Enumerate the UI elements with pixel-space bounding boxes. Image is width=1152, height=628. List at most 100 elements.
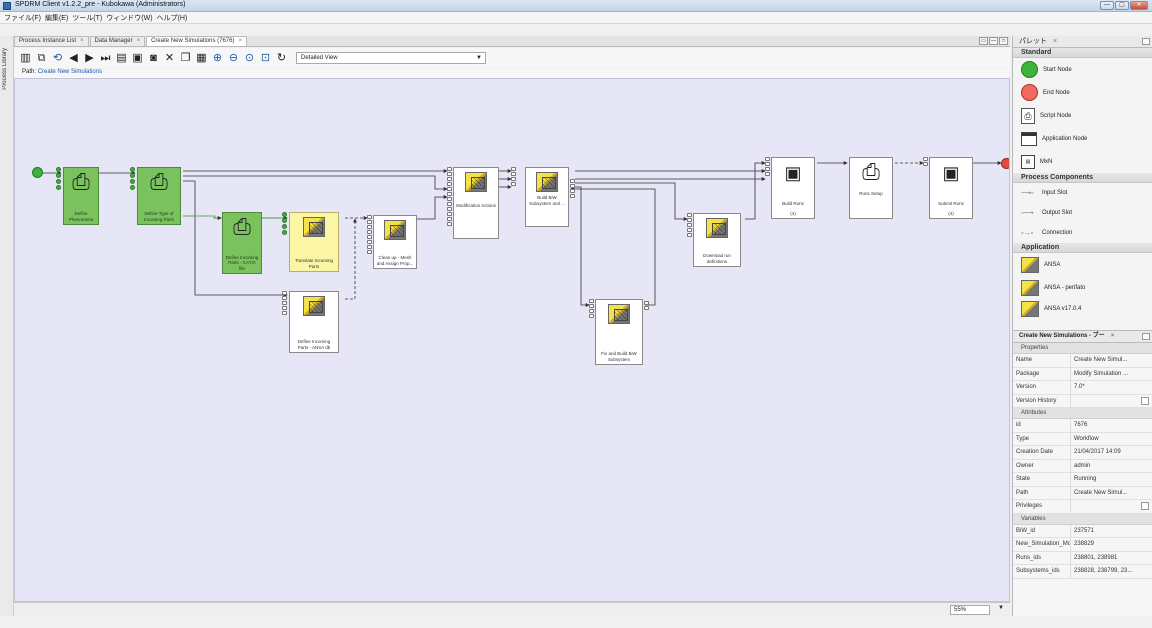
input-port[interactable]: [282, 296, 287, 300]
section-properties[interactable]: Properties: [1013, 343, 1152, 354]
path-link[interactable]: Create New Simulations: [38, 69, 102, 75]
workflow-canvas[interactable]: ⎙ Define Phenomena ⎙ Define Type of Inco…: [14, 78, 1010, 602]
input-port[interactable]: [923, 157, 928, 161]
chevron-down-icon[interactable]: ▼: [998, 605, 1004, 611]
close-tab-icon[interactable]: ×: [238, 38, 242, 44]
palette-item-ansa[interactable]: ANSA: [1013, 253, 1152, 276]
zoom-level-field[interactable]: 55%: [950, 605, 990, 615]
palette-item-output-slot[interactable]: ▫⟶ Output Slot: [1013, 203, 1152, 223]
input-port[interactable]: [589, 304, 594, 308]
output-port[interactable]: [570, 194, 575, 198]
input-port[interactable]: [447, 197, 452, 201]
palette-item-ansa-perifato[interactable]: ANSA - perifato: [1013, 276, 1152, 299]
privileges-button[interactable]: [1141, 502, 1149, 510]
menu-file[interactable]: ファイル(F): [4, 13, 41, 23]
input-port[interactable]: [282, 301, 287, 305]
input-port[interactable]: [687, 213, 692, 217]
menu-help[interactable]: ヘルプ(H): [157, 13, 188, 23]
palette-item-connection[interactable]: ▫→▫ Connection: [1013, 223, 1152, 243]
input-port[interactable]: [687, 218, 692, 222]
input-port[interactable]: [56, 173, 61, 178]
close-panel-icon[interactable]: ×: [1111, 333, 1115, 339]
zoom-out-icon[interactable]: ⊖: [226, 51, 241, 66]
application-node-build-biw-subsystem[interactable]: Build BiW Subsystem and ...: [525, 167, 569, 227]
input-port[interactable]: [765, 162, 770, 166]
input-port[interactable]: [511, 172, 516, 176]
palette-item-ansa-v1704[interactable]: ANSA v17.0.4: [1013, 299, 1152, 319]
input-port[interactable]: [56, 179, 61, 184]
save-icon[interactable]: ▤: [114, 51, 129, 66]
tab-create-new-simulations[interactable]: Create New Simulations (7676) ×: [146, 36, 247, 46]
application-node-clean-up-mesh[interactable]: Clean up - Mesh and Assign Prop...: [373, 215, 417, 269]
minimize-button[interactable]: —: [1100, 1, 1114, 10]
start-node[interactable]: [32, 167, 43, 178]
input-port[interactable]: [282, 291, 287, 295]
input-port[interactable]: [687, 223, 692, 227]
output-port[interactable]: [644, 306, 649, 310]
end-node[interactable]: [1001, 158, 1009, 169]
section-attributes[interactable]: Attributes: [1013, 408, 1152, 419]
input-port[interactable]: [130, 179, 135, 184]
input-port[interactable]: [511, 177, 516, 181]
input-port[interactable]: [589, 314, 594, 318]
input-port[interactable]: [367, 245, 372, 249]
zoom-in-icon[interactable]: ⊕: [210, 51, 225, 66]
menu-window[interactable]: ウィンドウ(W): [106, 13, 152, 23]
output-port[interactable]: [570, 189, 575, 193]
palette-section-application[interactable]: Application: [1013, 243, 1152, 253]
maximize-panel-icon[interactable]: [1142, 333, 1150, 340]
refresh-icon[interactable]: ⟲: [50, 51, 65, 66]
input-port[interactable]: [511, 167, 516, 171]
input-port[interactable]: [367, 220, 372, 224]
application-node-define-incoming-parts-ansa-db[interactable]: Define Incoming Parts - ANSA db: [289, 291, 339, 353]
input-port[interactable]: [447, 182, 452, 186]
input-port[interactable]: [765, 172, 770, 176]
palette-item-application-node[interactable]: Application Node: [1013, 127, 1152, 150]
input-port[interactable]: [447, 217, 452, 221]
input-port[interactable]: [447, 187, 452, 191]
input-port[interactable]: [447, 192, 452, 196]
tab-data-manager[interactable]: Data Manager ×: [89, 36, 146, 46]
maximize-panel-icon[interactable]: [1142, 38, 1150, 45]
input-port[interactable]: [130, 173, 135, 178]
application-node-fix-and-build-biw-subsystem[interactable]: Fix and Build BiW Subsystem: [595, 299, 643, 365]
input-port[interactable]: [589, 309, 594, 313]
input-port[interactable]: [447, 202, 452, 206]
input-port[interactable]: [447, 177, 452, 181]
mxn-node-submit-runs[interactable]: ▣ Submit Runs (4): [929, 157, 973, 219]
input-port[interactable]: [447, 172, 452, 176]
palette-item-script-node[interactable]: ⎙ Script Node: [1013, 104, 1152, 127]
input-port[interactable]: [367, 230, 372, 234]
script-node-define-incoming-parts-catia[interactable]: ⎙ Define Incoming Parts - CATIA file: [222, 212, 262, 274]
input-port[interactable]: [56, 167, 61, 172]
input-port[interactable]: [511, 182, 516, 186]
input-port[interactable]: [447, 207, 452, 211]
input-port[interactable]: [687, 233, 692, 237]
output-port[interactable]: [570, 184, 575, 188]
input-port[interactable]: [447, 212, 452, 216]
input-port[interactable]: [282, 230, 287, 235]
camera-icon[interactable]: ◙: [146, 51, 161, 66]
process-library-strip[interactable]: Process Library: [0, 36, 14, 616]
redo-icon[interactable]: ↻: [274, 51, 289, 66]
zoom-area-icon[interactable]: ⊡: [258, 51, 273, 66]
input-port[interactable]: [923, 162, 928, 166]
application-node-translate-incoming-parts[interactable]: Translate Incoming Parts: [289, 212, 339, 272]
input-port[interactable]: [765, 167, 770, 171]
input-port[interactable]: [367, 225, 372, 229]
palette-item-input-slot[interactable]: ⟶▫ Input Slot: [1013, 183, 1152, 203]
palette-section-standard[interactable]: Standard: [1013, 48, 1152, 58]
input-port[interactable]: [367, 215, 372, 219]
input-port[interactable]: [282, 306, 287, 310]
input-port[interactable]: [589, 299, 594, 303]
minimize-view-icon[interactable]: —: [989, 37, 998, 45]
copy-node-icon[interactable]: ❐: [178, 51, 193, 66]
version-history-button[interactable]: [1141, 396, 1149, 405]
step-icon[interactable]: ⏭: [98, 51, 113, 66]
output-port[interactable]: [570, 179, 575, 183]
paste-icon[interactable]: ▦: [194, 51, 209, 66]
close-tab-icon[interactable]: ×: [137, 38, 141, 44]
tab-process-instance-list[interactable]: Process Instance List ×: [14, 36, 89, 46]
palette-item-end-node[interactable]: End Node: [1013, 81, 1152, 104]
palette-item-mxn[interactable]: ▤ MxN: [1013, 150, 1152, 173]
